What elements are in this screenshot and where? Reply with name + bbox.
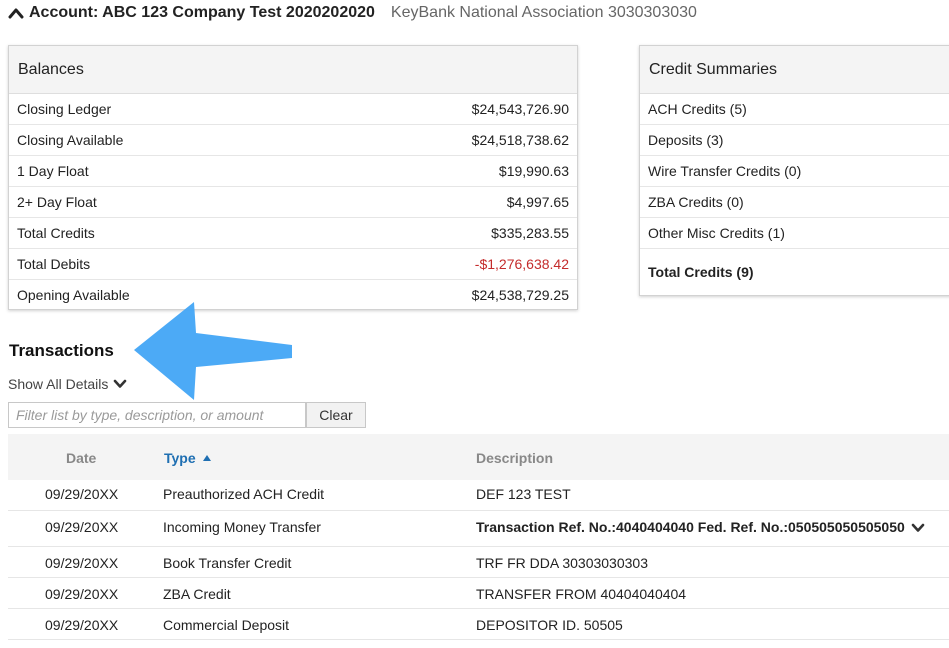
- cell-date: 09/29/20XX: [45, 617, 119, 633]
- credit-summary-label: ACH Credits (5): [648, 101, 747, 117]
- balance-value: $19,990.63: [498, 163, 569, 179]
- credit-total-label: Total Credits (9): [648, 264, 754, 280]
- balance-value: $24,518,738.62: [471, 132, 569, 148]
- cell-date: 09/29/20XX: [45, 555, 119, 571]
- cell-type: Commercial Deposit: [163, 617, 290, 633]
- cell-type: Incoming Money Transfer: [163, 519, 321, 535]
- credit-summary-label: Deposits (3): [648, 132, 724, 148]
- column-header-date[interactable]: Date: [66, 450, 96, 466]
- credit-summary-total: Total Credits (9): [640, 249, 949, 295]
- cell-type: ZBA Credit: [163, 586, 231, 602]
- bank-name: KeyBank National Association 3030303030: [390, 4, 697, 21]
- credit-summary-item[interactable]: ZBA Credits (0): [640, 187, 949, 218]
- cell-date: 09/29/20XX: [45, 586, 119, 602]
- table-row[interactable]: 09/29/20XX ZBA Credit TRANSFER FROM 4040…: [8, 578, 949, 609]
- sort-ascending-icon: [202, 455, 211, 461]
- cell-description: DEPOSITOR ID. 50505: [476, 617, 623, 633]
- balance-value: $24,538,729.25: [471, 287, 569, 303]
- account-title: Account: ABC 123 Company Test 2020202020: [29, 4, 375, 21]
- balance-label: 2+ Day Float: [17, 194, 97, 210]
- table-row[interactable]: 09/29/20XX Book Transfer Credit TRF FR D…: [8, 547, 949, 578]
- table-row[interactable]: 09/29/20XX Preauthorized ACH Credit DEF …: [8, 480, 949, 511]
- balance-row: 2+ Day Float $4,997.65: [9, 187, 577, 218]
- credit-summary-item[interactable]: Deposits (3): [640, 125, 949, 156]
- show-all-details-toggle[interactable]: Show All Details: [8, 376, 127, 392]
- cell-description: TRANSFER FROM 40404040404: [476, 586, 687, 602]
- balance-label: Total Debits: [17, 256, 91, 272]
- balance-row: 1 Day Float $19,990.63: [9, 156, 577, 187]
- credit-summary-item[interactable]: ACH Credits (5): [640, 94, 949, 125]
- cell-type: Book Transfer Credit: [163, 555, 292, 571]
- cell-type: Preauthorized ACH Credit: [163, 486, 325, 502]
- column-header-type-label: Type: [164, 450, 196, 466]
- balance-label: 1 Day Float: [17, 163, 89, 179]
- balance-label: Closing Available: [17, 132, 124, 148]
- balance-label: Total Credits: [17, 225, 95, 241]
- chevron-up-icon[interactable]: [8, 7, 24, 19]
- chevron-down-icon: [114, 379, 127, 388]
- balance-value: $4,997.65: [506, 194, 569, 210]
- cell-description-text: Transaction Ref. No.:4040404040 Fed. Ref…: [476, 519, 905, 535]
- balance-value: $335,283.55: [491, 225, 569, 241]
- balance-row: Closing Available $24,518,738.62: [9, 125, 577, 156]
- balance-row: Total Debits -$1,276,638.42: [9, 249, 577, 280]
- balances-title: Balances: [9, 46, 577, 94]
- table-row[interactable]: 09/29/20XX Incoming Money Transfer Trans…: [8, 511, 949, 547]
- credit-summary-label: ZBA Credits (0): [648, 194, 744, 210]
- credit-summary-label: Wire Transfer Credits (0): [648, 163, 802, 179]
- transactions-table: Date Type Description 09/29/20XX Preauth…: [8, 434, 949, 640]
- cell-date: 09/29/20XX: [45, 519, 119, 535]
- balances-panel: Balances Closing Ledger $24,543,726.90 C…: [8, 45, 578, 310]
- transaction-filter-input[interactable]: [8, 402, 306, 428]
- credit-summary-label: Other Misc Credits (1): [648, 225, 785, 241]
- table-body: 09/29/20XX Preauthorized ACH Credit DEF …: [8, 480, 949, 640]
- transactions-title: Transactions: [9, 341, 114, 360]
- cell-date: 09/29/20XX: [45, 486, 119, 502]
- annotation-arrow-icon: [134, 302, 292, 400]
- account-header: Account: ABC 123 Company Test 2020202020…: [8, 3, 697, 23]
- cell-description: TRF FR DDA 30303030303: [476, 555, 648, 571]
- balance-value-negative: -$1,276,638.42: [474, 256, 569, 272]
- column-header-type[interactable]: Type: [164, 450, 212, 466]
- credit-summary-item[interactable]: Other Misc Credits (1): [640, 218, 949, 249]
- cell-description-expandable: Transaction Ref. No.:4040404040 Fed. Ref…: [476, 519, 925, 535]
- credit-summaries-title: Credit Summaries: [640, 46, 949, 94]
- balance-row: Closing Ledger $24,543,726.90: [9, 94, 577, 125]
- balance-label: Opening Available: [17, 287, 130, 303]
- show-all-details-label: Show All Details: [8, 376, 109, 392]
- chevron-down-icon[interactable]: [911, 523, 925, 533]
- balance-label: Closing Ledger: [17, 101, 112, 117]
- table-header: Date Type Description: [8, 434, 949, 480]
- table-row[interactable]: 09/29/20XX Commercial Deposit DEPOSITOR …: [8, 609, 949, 640]
- clear-button[interactable]: Clear: [306, 402, 366, 428]
- credit-summary-item[interactable]: Wire Transfer Credits (0): [640, 156, 949, 187]
- balance-row: Total Credits $335,283.55: [9, 218, 577, 249]
- cell-description: DEF 123 TEST: [476, 486, 571, 502]
- credit-summaries-panel: Credit Summaries ACH Credits (5) Deposit…: [639, 45, 949, 296]
- column-header-description[interactable]: Description: [476, 450, 553, 466]
- balance-value: $24,543,726.90: [471, 101, 569, 117]
